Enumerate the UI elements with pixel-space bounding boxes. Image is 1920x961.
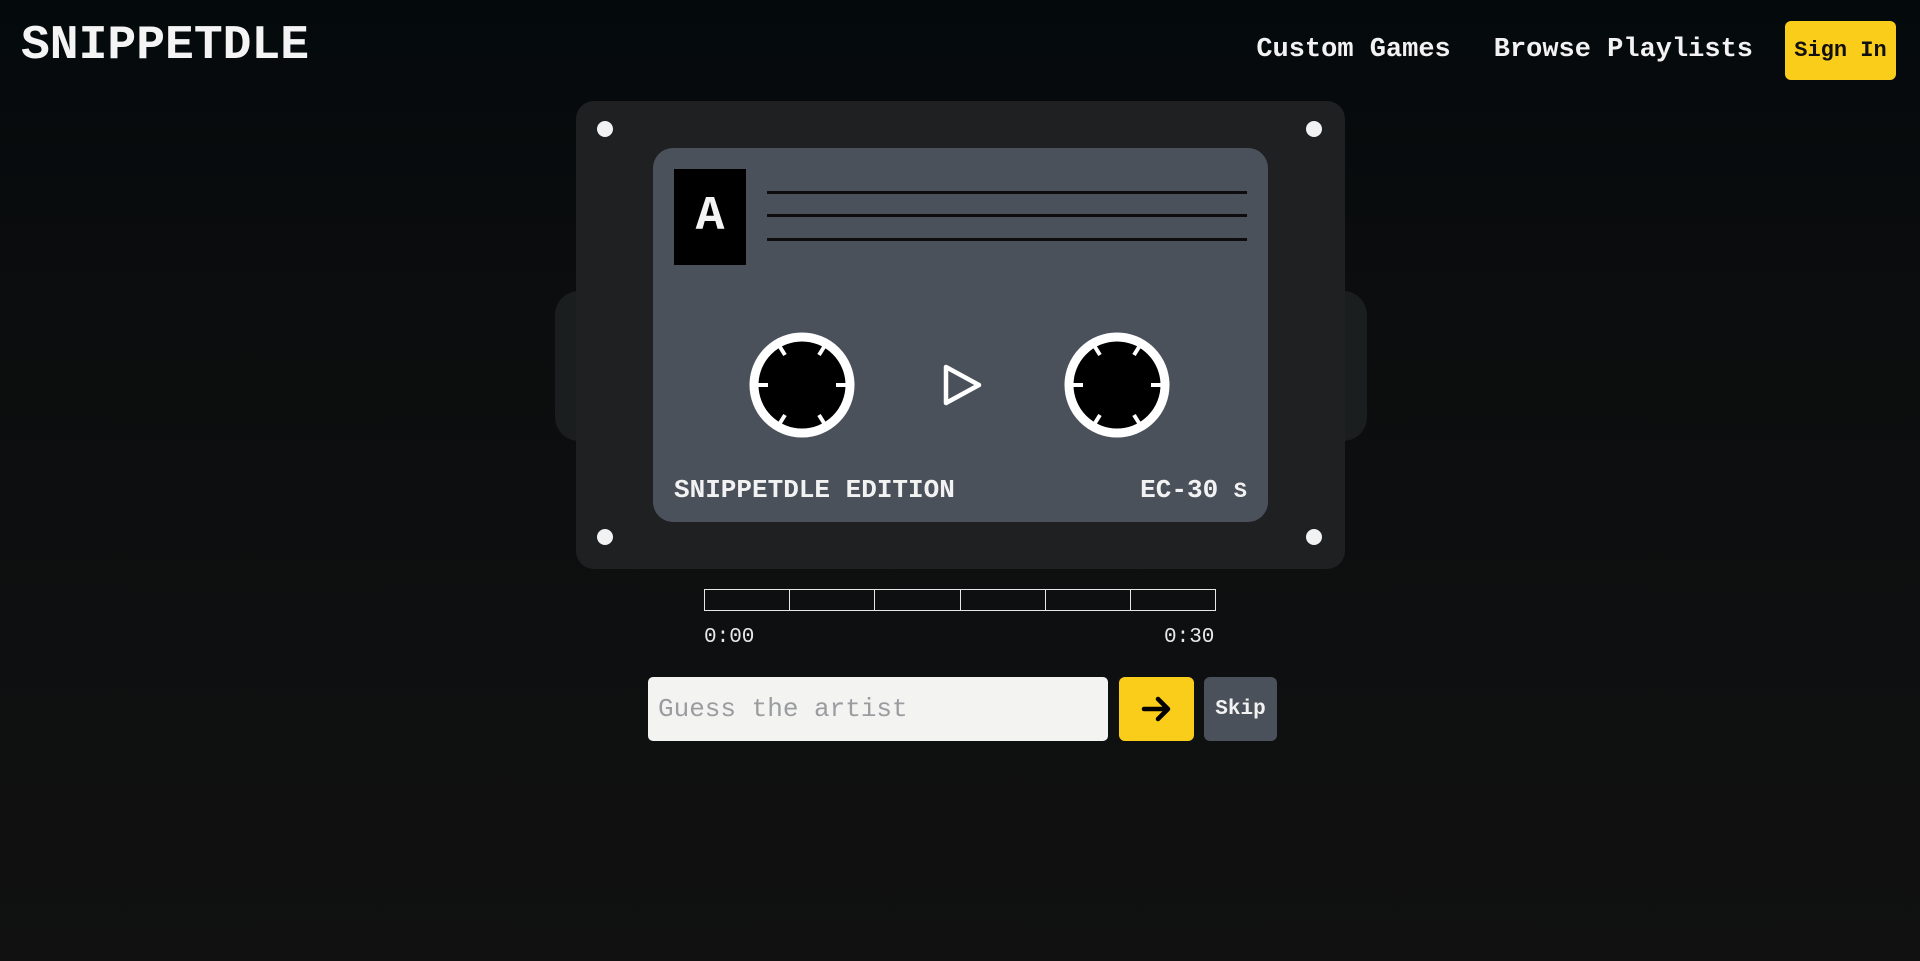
snippet-progress-bar [704,589,1216,611]
progress-segment [1046,590,1131,610]
right-reel-icon [1064,332,1170,438]
submit-guess-button[interactable] [1119,677,1194,741]
progress-segment [961,590,1046,610]
sign-in-button[interactable]: Sign In [1785,21,1896,80]
edition-label: SNIPPETDLE EDITION [674,475,955,505]
nav-link-custom-games[interactable]: Custom Games [1256,21,1450,80]
cassette-body: A SNIPPETDLE EDITION EC-30 S [576,101,1345,569]
guess-input[interactable] [648,677,1108,741]
progress-segment [875,590,961,610]
screw-top-right [1306,121,1322,137]
label-line [767,214,1247,217]
arrow-right-icon [1141,696,1170,722]
time-start: 0:00 [704,626,755,649]
app-root: SNIPPETDLE Custom Games Browse Playlists… [0,0,1920,961]
nav-link-browse-playlists[interactable]: Browse Playlists [1494,21,1753,80]
side-indicator: A [674,169,746,265]
progress-segment [705,590,791,610]
label-line [767,238,1247,241]
cassette-player: A SNIPPETDLE EDITION EC-30 S [555,101,1367,569]
screw-top-left [597,121,613,137]
app-logo[interactable]: SNIPPETDLE [21,14,309,78]
model-label: EC-30 S [1140,474,1247,508]
label-line [767,191,1247,194]
model-suffix: S [1233,479,1247,504]
progress-segment [790,590,876,610]
time-end: 0:30 [1164,626,1215,649]
screw-bottom-left [597,529,613,545]
top-nav: Custom Games Browse Playlists Sign In [1256,21,1896,80]
left-reel-icon [749,332,855,438]
progress-segment [1131,590,1215,610]
screw-bottom-right [1306,529,1322,545]
play-icon[interactable] [937,361,985,409]
model-number: EC-30 [1140,475,1219,505]
skip-button[interactable]: Skip [1204,677,1277,741]
cassette-label: A SNIPPETDLE EDITION EC-30 S [653,148,1268,522]
